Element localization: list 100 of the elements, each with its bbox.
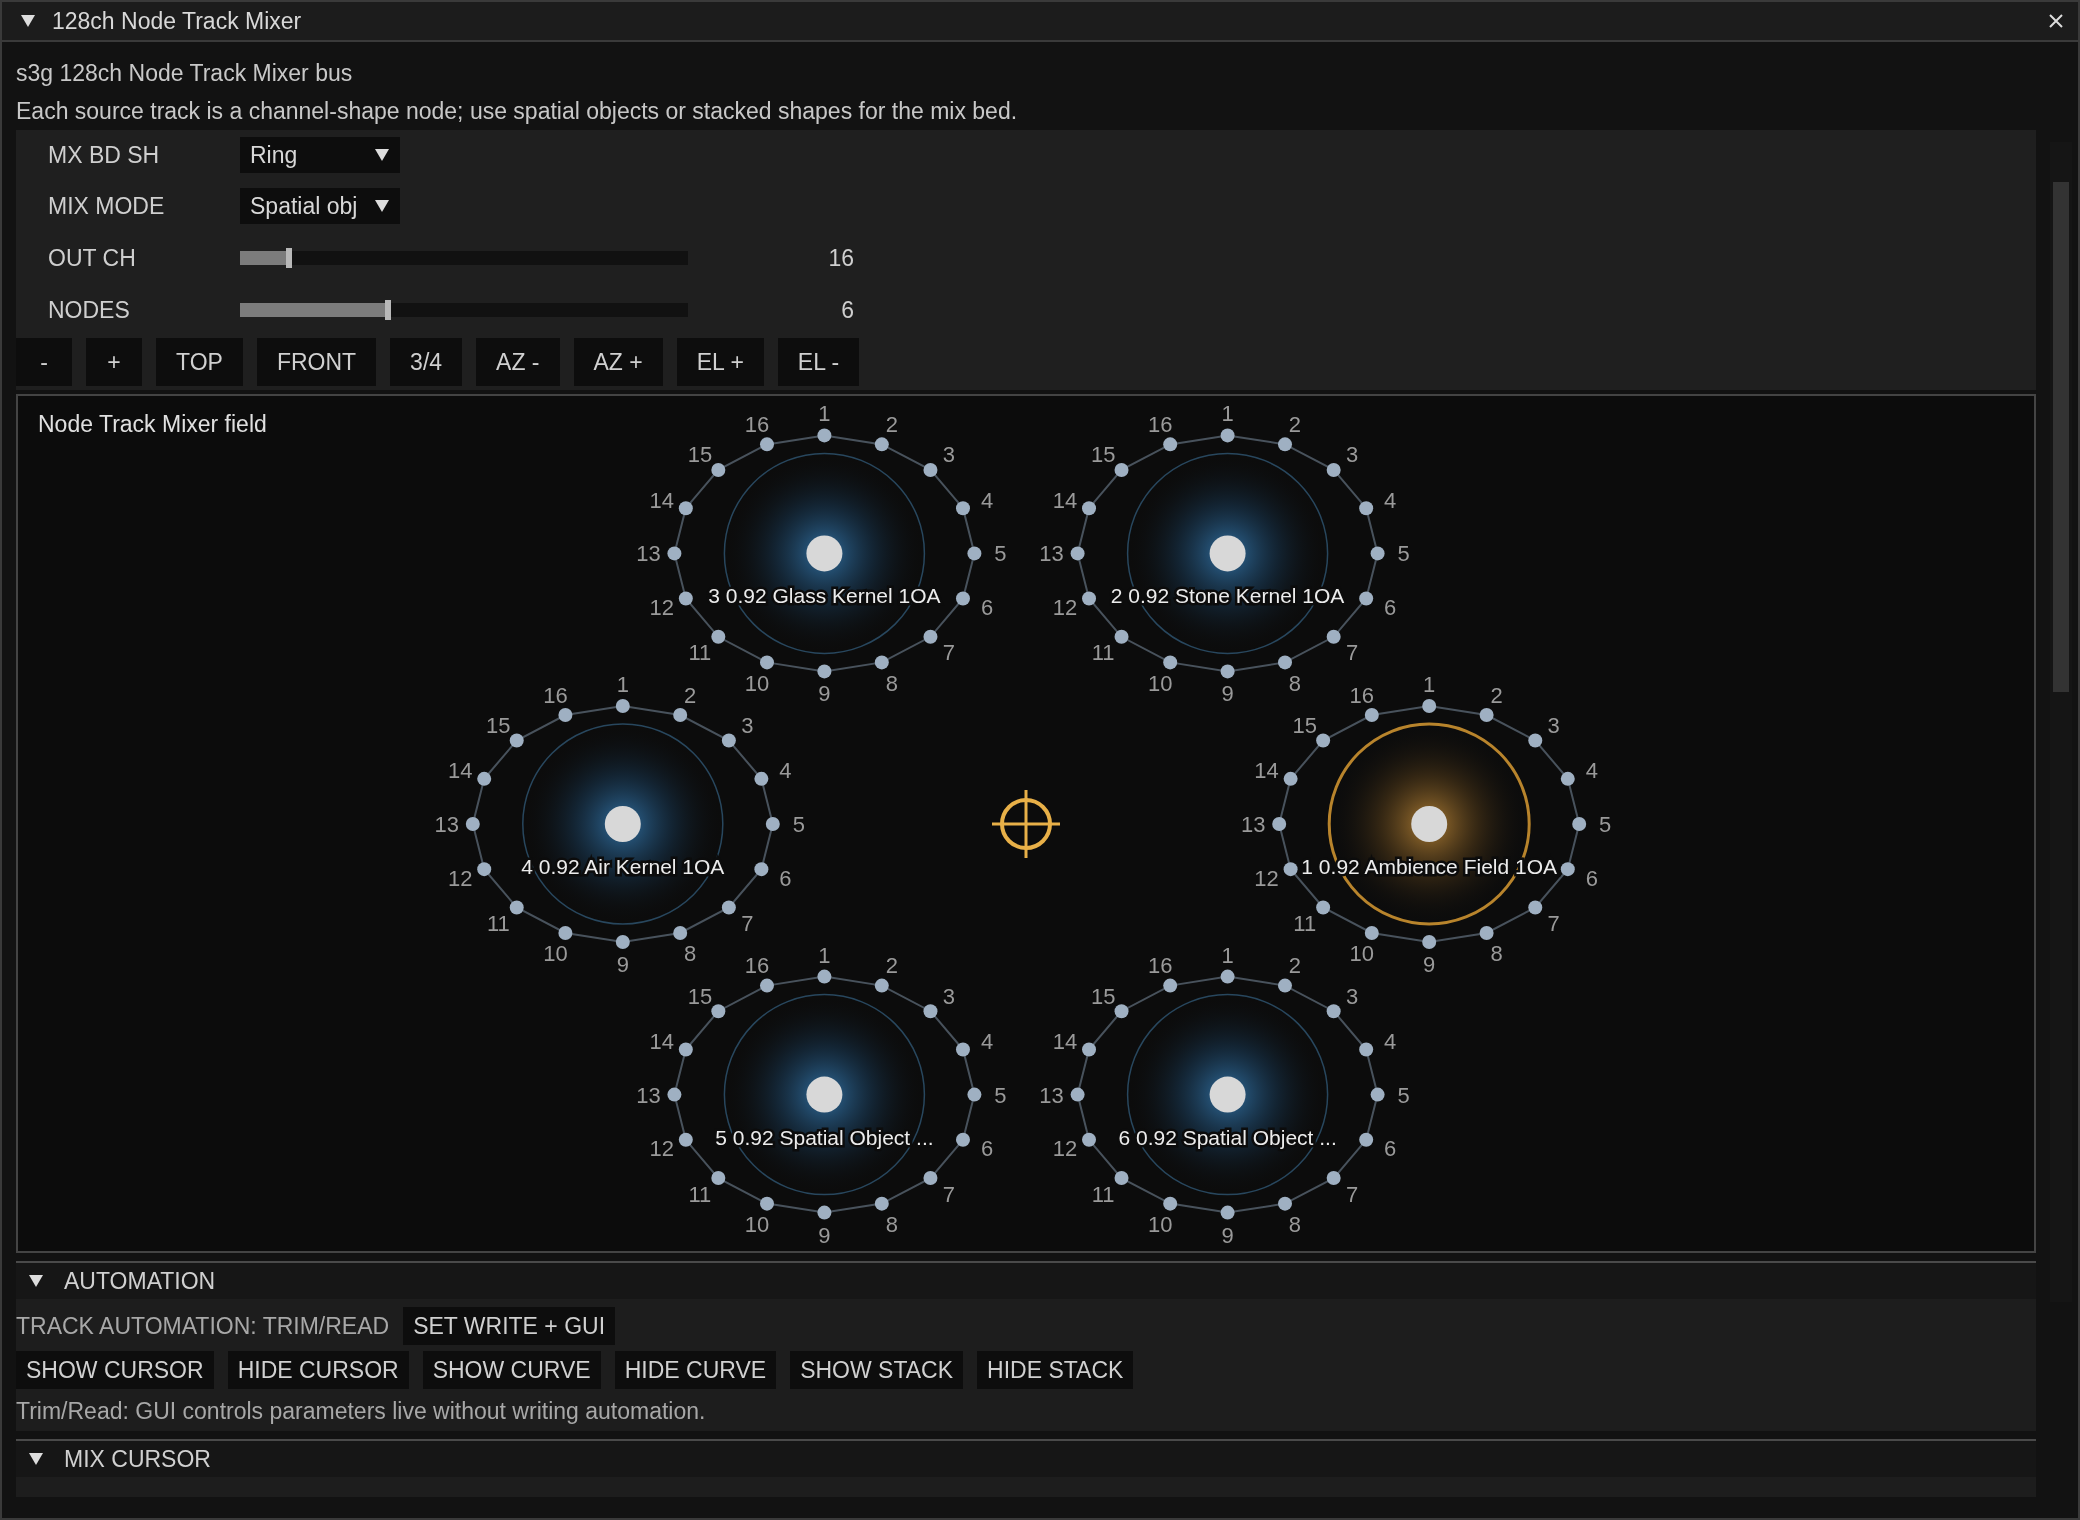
view-button[interactable]: EL +	[676, 338, 764, 386]
channel-point[interactable]	[754, 862, 769, 877]
channel-point[interactable]	[1082, 1132, 1096, 1147]
channel-point[interactable]	[1326, 1004, 1341, 1019]
view-button[interactable]: EL -	[777, 338, 860, 386]
channel-point[interactable]	[711, 629, 726, 644]
view-button[interactable]: 3/4	[390, 338, 463, 386]
channel-point[interactable]	[874, 655, 889, 670]
channel-point[interactable]	[1479, 926, 1494, 940]
channel-point[interactable]	[558, 708, 573, 722]
channel-point[interactable]	[1220, 664, 1235, 679]
channel-point[interactable]	[678, 1042, 693, 1057]
slider-track[interactable]	[240, 303, 688, 317]
channel-point[interactable]	[678, 1132, 693, 1147]
channel-point[interactable]	[1278, 655, 1292, 670]
toggle-button[interactable]: HIDE CURSOR	[227, 1351, 409, 1389]
view-button[interactable]: -	[16, 338, 72, 386]
channel-point[interactable]	[1370, 546, 1385, 561]
channel-point[interactable]	[1082, 1042, 1096, 1057]
channel-point[interactable]	[1326, 629, 1341, 644]
channel-point[interactable]	[465, 817, 480, 831]
channel-point[interactable]	[956, 591, 970, 606]
channel-point[interactable]	[765, 817, 780, 831]
slider-thumb[interactable]	[384, 300, 391, 320]
slider-thumb[interactable]	[286, 248, 293, 268]
toggle-button[interactable]: SHOW STACK	[790, 1351, 964, 1389]
channel-point[interactable]	[956, 1042, 970, 1057]
channel-point[interactable]	[1326, 462, 1341, 477]
channel-point[interactable]	[1528, 733, 1543, 748]
channel-point[interactable]	[509, 900, 524, 915]
dropdown[interactable]: Ring	[240, 137, 400, 173]
channel-point[interactable]	[477, 771, 492, 786]
channel-point[interactable]	[615, 699, 630, 713]
view-button[interactable]: FRONT	[256, 338, 377, 386]
source-node[interactable]	[1411, 806, 1448, 842]
channel-point[interactable]	[1560, 771, 1575, 786]
channel-point[interactable]	[956, 501, 970, 516]
channel-point[interactable]	[1114, 629, 1129, 644]
channel-point[interactable]	[1163, 978, 1178, 993]
channel-point[interactable]	[967, 546, 982, 561]
channel-point[interactable]	[760, 655, 774, 670]
source-node[interactable]	[604, 806, 641, 842]
close-icon[interactable]	[2048, 13, 2064, 29]
channel-point[interactable]	[558, 926, 573, 940]
channel-point[interactable]	[760, 978, 774, 993]
channel-point[interactable]	[1528, 900, 1543, 915]
slider-track[interactable]	[240, 251, 688, 265]
channel-point[interactable]	[678, 591, 693, 606]
channel-point[interactable]	[1220, 969, 1235, 984]
channel-point[interactable]	[874, 437, 889, 452]
source-node[interactable]	[1209, 535, 1246, 572]
channel-point[interactable]	[760, 1196, 774, 1211]
toggle-button[interactable]: HIDE CURVE	[614, 1351, 777, 1389]
toggle-button[interactable]: SHOW CURSOR	[16, 1351, 214, 1389]
channel-point[interactable]	[1278, 1196, 1292, 1211]
channel-point[interactable]	[1560, 862, 1575, 877]
channel-point[interactable]	[1278, 437, 1292, 452]
channel-point[interactable]	[1163, 655, 1178, 670]
source-node[interactable]	[806, 1076, 843, 1113]
source-node[interactable]	[806, 535, 843, 572]
channel-point[interactable]	[673, 926, 688, 940]
channel-point[interactable]	[754, 771, 769, 786]
channel-point[interactable]	[1283, 862, 1298, 877]
channel-point[interactable]	[1082, 501, 1096, 516]
channel-point[interactable]	[923, 1171, 938, 1186]
channel-point[interactable]	[1316, 733, 1331, 748]
channel-point[interactable]	[1359, 591, 1374, 606]
channel-point[interactable]	[667, 1087, 682, 1102]
channel-point[interactable]	[923, 462, 938, 477]
view-button[interactable]: AZ +	[573, 338, 663, 386]
channel-point[interactable]	[760, 437, 774, 452]
channel-point[interactable]	[1479, 708, 1494, 722]
scrollbar-thumb[interactable]	[2053, 182, 2069, 692]
channel-point[interactable]	[817, 428, 832, 443]
channel-point[interactable]	[1278, 978, 1292, 993]
channel-point[interactable]	[1359, 1132, 1374, 1147]
channel-point[interactable]	[1220, 428, 1235, 443]
channel-point[interactable]	[923, 1004, 938, 1019]
channel-point[interactable]	[509, 733, 524, 748]
view-button[interactable]: TOP	[156, 338, 243, 386]
channel-point[interactable]	[1163, 1196, 1178, 1211]
channel-point[interactable]	[711, 1171, 726, 1186]
channel-point[interactable]	[1272, 817, 1287, 831]
channel-point[interactable]	[1220, 1205, 1235, 1220]
channel-point[interactable]	[1364, 708, 1379, 722]
channel-point[interactable]	[874, 978, 889, 993]
channel-point[interactable]	[1283, 771, 1298, 786]
channel-point[interactable]	[673, 708, 688, 722]
toggle-button[interactable]: SHOW CURVE	[422, 1351, 601, 1389]
channel-point[interactable]	[667, 546, 682, 561]
channel-point[interactable]	[967, 1087, 982, 1102]
channel-point[interactable]	[956, 1132, 970, 1147]
channel-point[interactable]	[615, 935, 630, 949]
channel-point[interactable]	[1070, 546, 1085, 561]
section-header[interactable]: AUTOMATION	[16, 1261, 2036, 1299]
toggle-button[interactable]: HIDE STACK	[977, 1351, 1134, 1389]
channel-point[interactable]	[1422, 935, 1437, 949]
view-button[interactable]: AZ -	[476, 338, 560, 386]
channel-point[interactable]	[678, 501, 693, 516]
channel-point[interactable]	[1364, 926, 1379, 940]
